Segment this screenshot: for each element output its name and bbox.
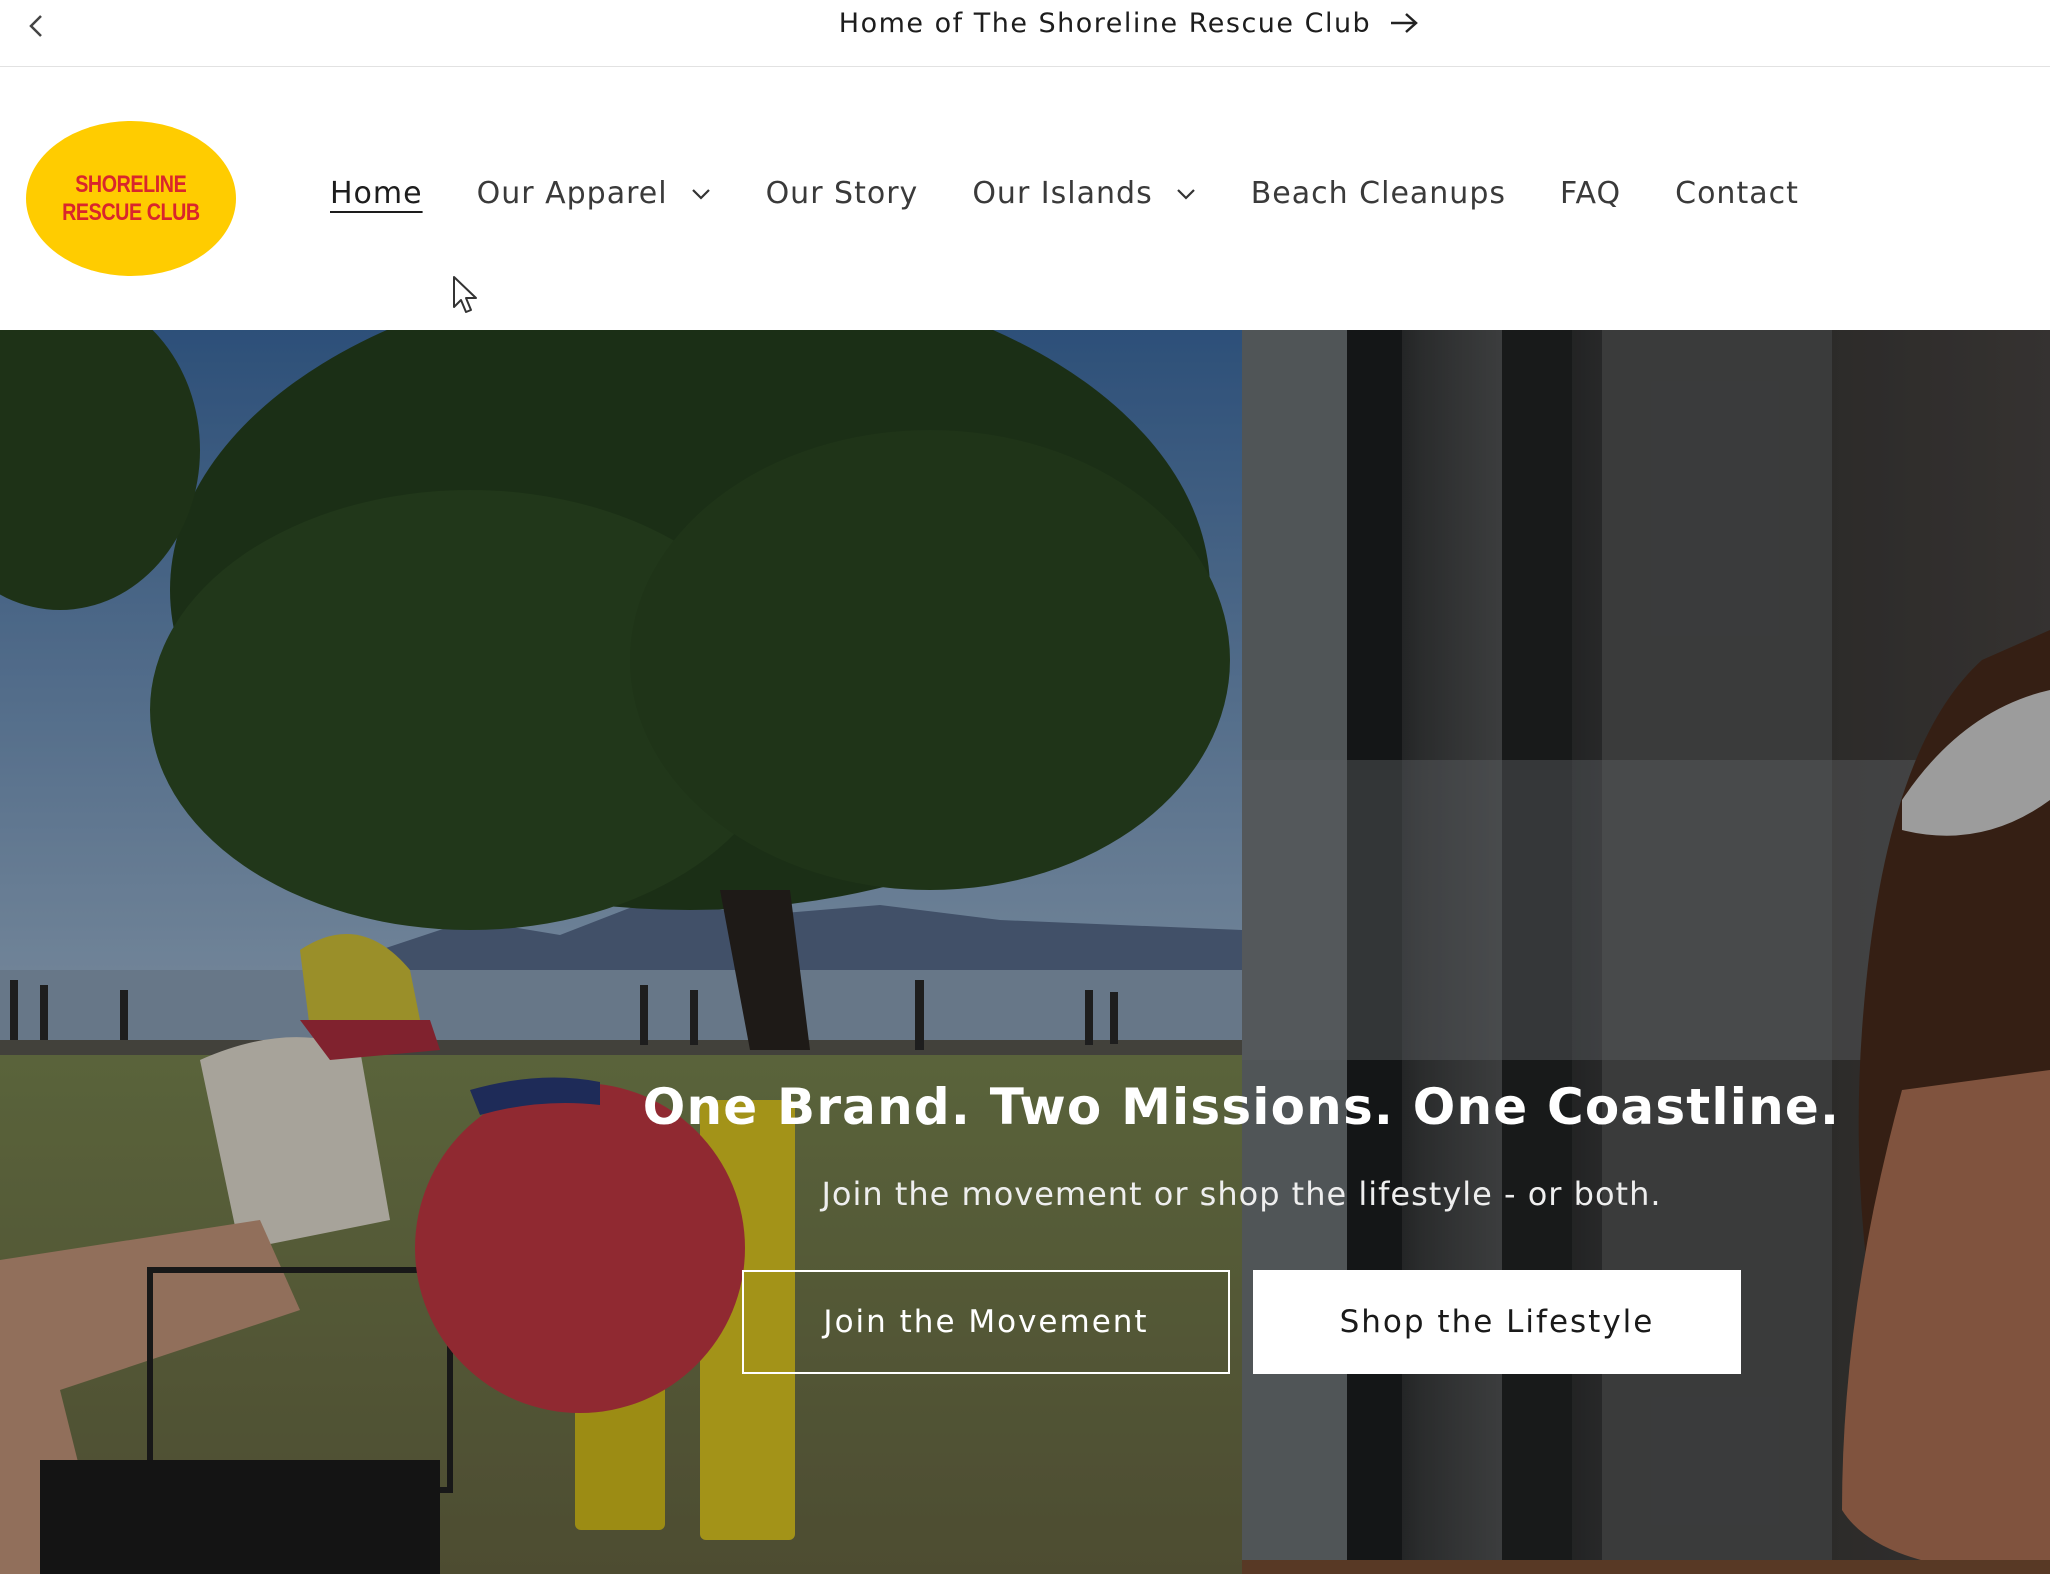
chevron-down-icon: [690, 183, 712, 205]
announcement-link[interactable]: Home of The Shoreline Rescue Club: [839, 6, 1421, 40]
logo[interactable]: SHORELINE RESCUE CLUB: [26, 121, 236, 276]
shop-the-lifestyle-button[interactable]: Shop the Lifestyle: [1253, 1270, 1741, 1374]
nav-item-contact[interactable]: Contact: [1675, 176, 1799, 211]
announcement-text: Home of The Shoreline Rescue Club: [838, 7, 1372, 39]
nav-item-home[interactable]: Home: [330, 176, 423, 211]
nav-label: Our Apparel: [476, 176, 668, 211]
nav-label: Contact: [1675, 176, 1799, 211]
nav-item-our-apparel[interactable]: Our Apparel: [477, 176, 712, 211]
page-bottom-strip: [0, 1574, 2050, 1585]
mouse-cursor-icon: [453, 276, 477, 313]
nav-label: Our Story: [765, 176, 919, 211]
nav-label: FAQ: [1560, 176, 1622, 211]
nav-label: Our Islands: [972, 176, 1153, 211]
main-nav: Home Our Apparel Our Story Our Islands B…: [330, 176, 1853, 211]
announcement-bar: Home of The Shoreline Rescue Club: [0, 0, 2050, 67]
announcement-message: Home of The Shoreline Rescue Club: [0, 6, 2050, 40]
nav-label: Home: [330, 176, 423, 211]
hero-content: One Brand. Two Missions. One Coastline. …: [0, 330, 2050, 1574]
site-header: SHORELINE RESCUE CLUB Home Our Apparel O…: [0, 68, 2050, 330]
chevron-down-icon: [1175, 183, 1197, 205]
join-the-movement-button[interactable]: Join the Movement: [742, 1270, 1230, 1374]
nav-item-our-islands[interactable]: Our Islands: [972, 176, 1196, 211]
nav-item-faq[interactable]: FAQ: [1560, 176, 1621, 211]
hero-banner: One Brand. Two Missions. One Coastline. …: [0, 330, 2050, 1574]
nav-item-our-story[interactable]: Our Story: [766, 176, 919, 211]
nav-item-beach-cleanups[interactable]: Beach Cleanups: [1251, 176, 1506, 211]
hero-title: One Brand. Two Missions. One Coastline.: [642, 1078, 1841, 1136]
logo-line-1: SHORELINE: [75, 170, 187, 198]
nav-label: Beach Cleanups: [1250, 176, 1506, 211]
logo-line-2: RESCUE CLUB: [62, 198, 200, 226]
hero-subtitle: Join the movement or shop the lifestyle …: [821, 1175, 1662, 1213]
arrow-right-icon: [1387, 6, 1421, 40]
